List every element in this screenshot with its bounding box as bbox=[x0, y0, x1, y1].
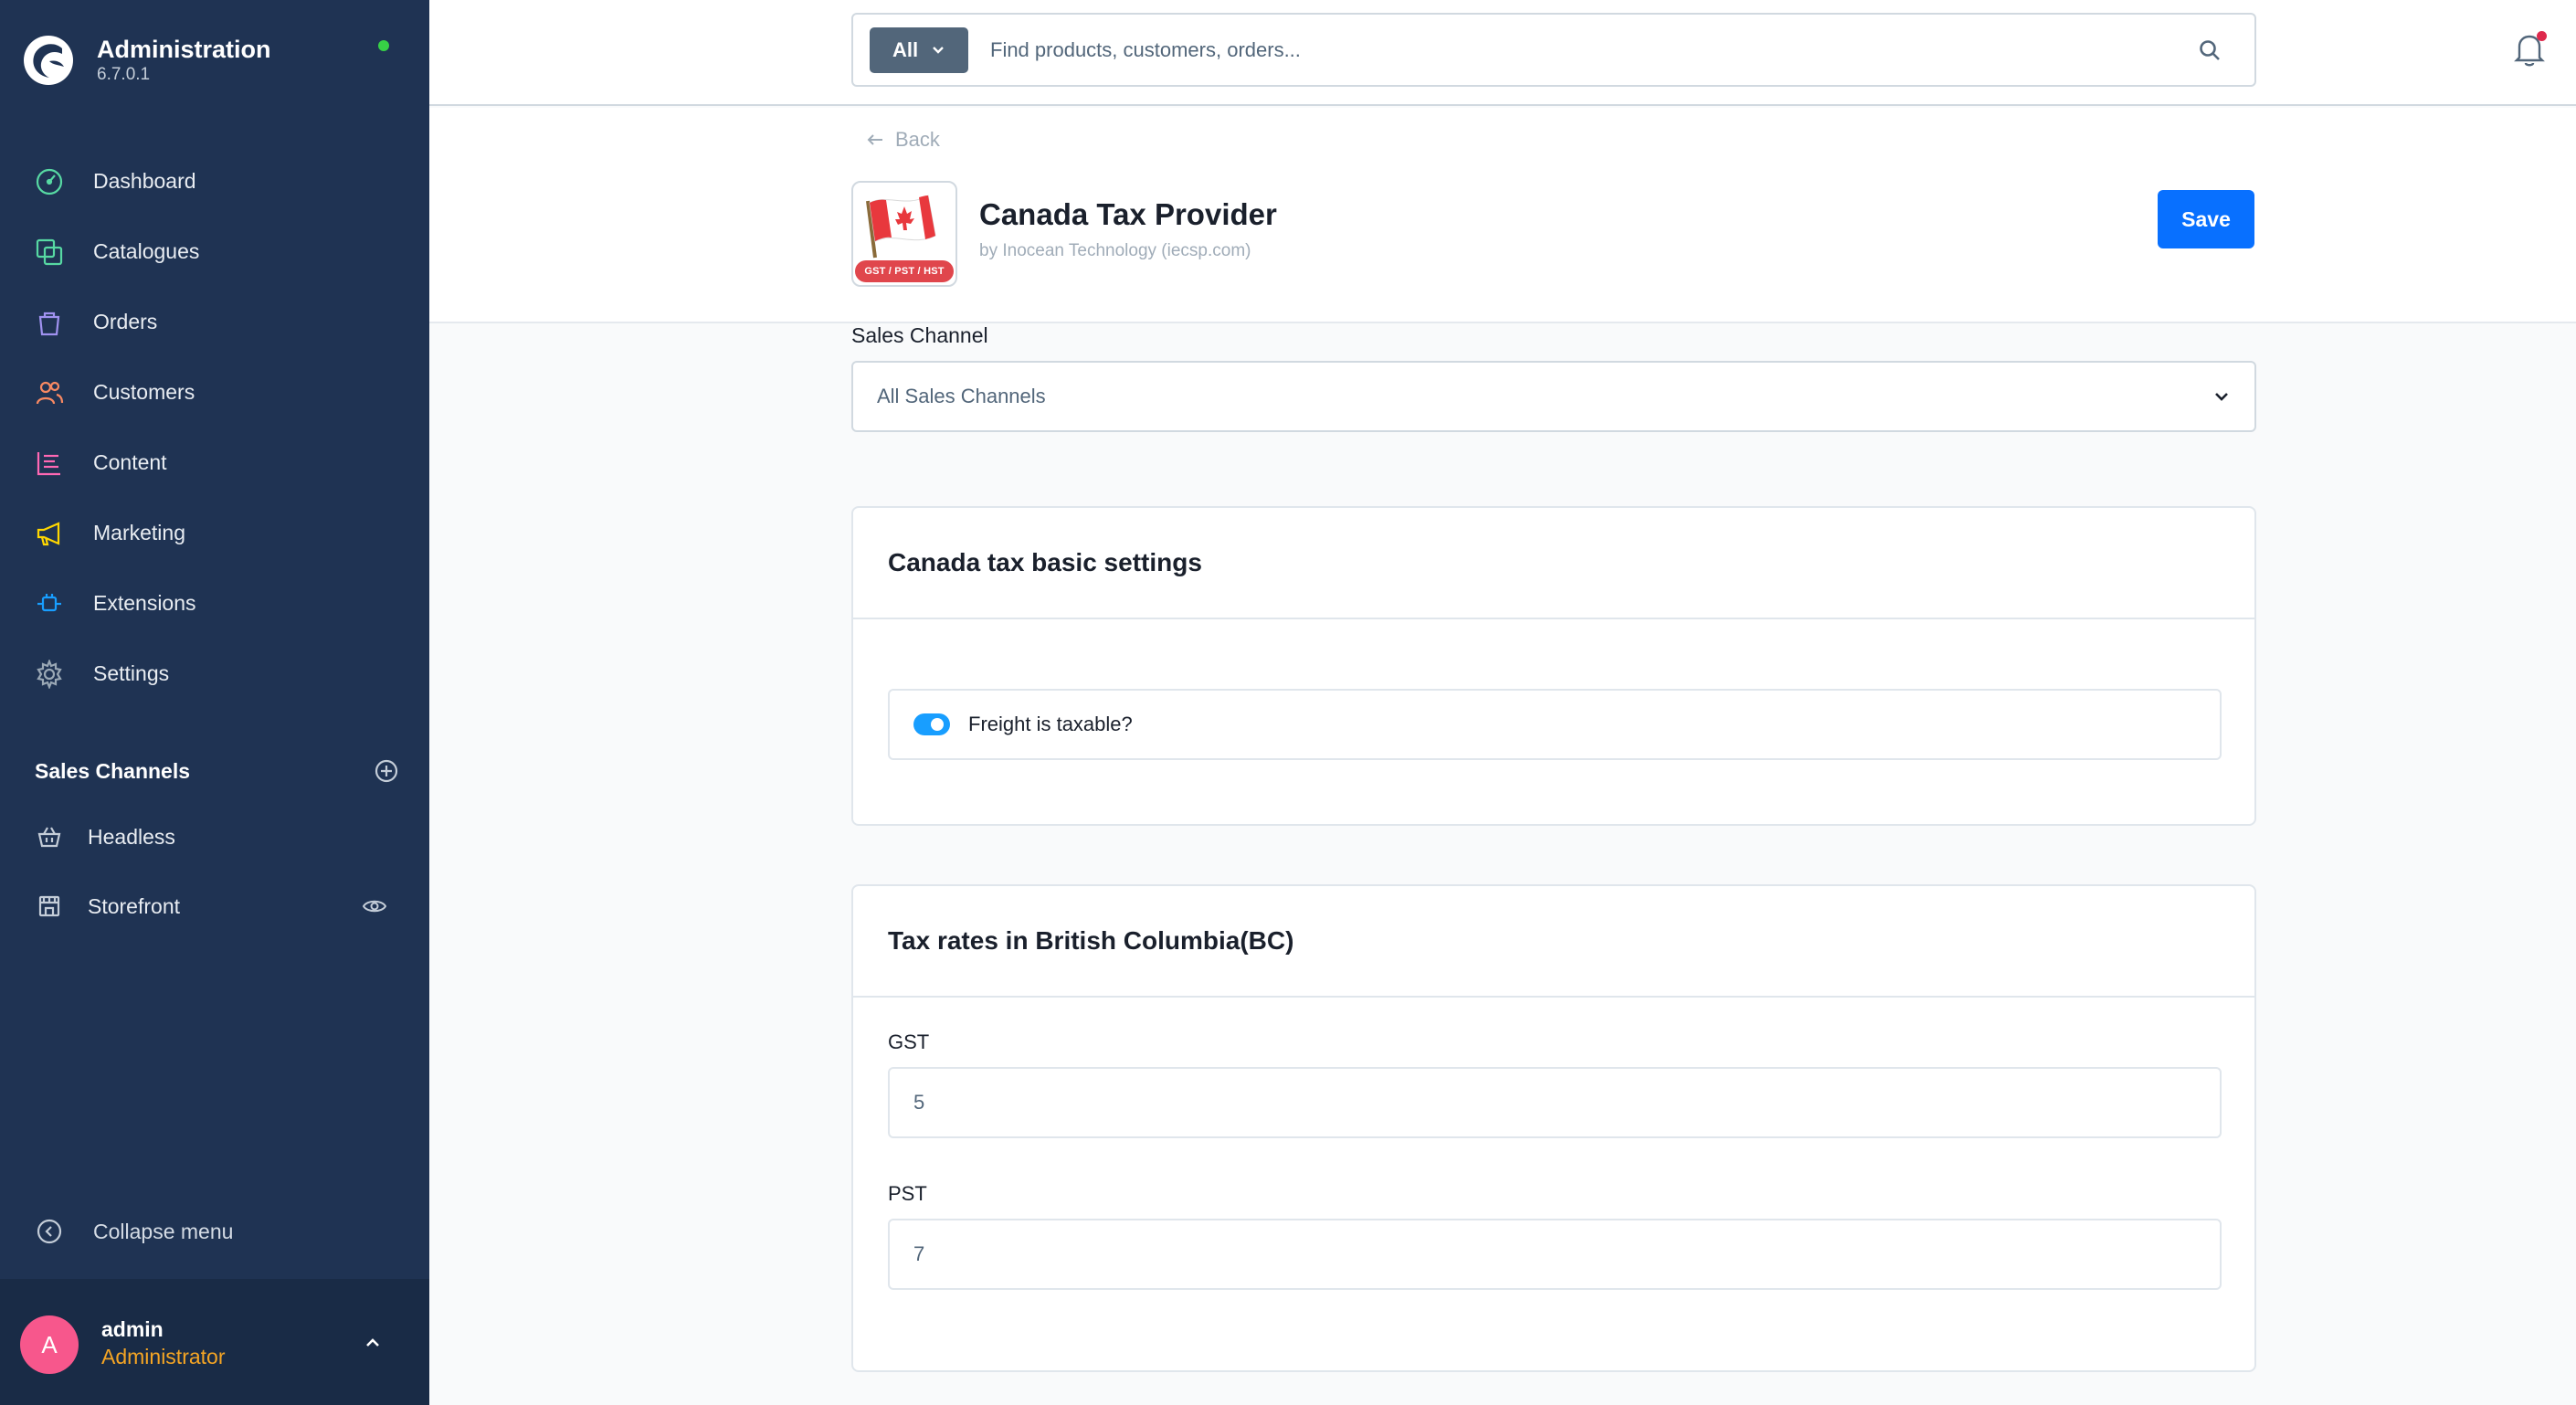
sales-channel-label: Sales Channel bbox=[851, 323, 988, 347]
chevron-down-icon bbox=[933, 46, 944, 54]
dashboard-icon bbox=[33, 165, 66, 198]
save-button[interactable]: Save bbox=[2158, 190, 2254, 248]
nav-label: Settings bbox=[93, 661, 170, 685]
marketing-icon bbox=[33, 517, 66, 550]
collapse-menu-button[interactable]: Collapse menu bbox=[33, 1213, 233, 1250]
nav-item-settings[interactable]: Settings bbox=[0, 639, 429, 709]
page-title: Canada Tax Provider bbox=[979, 197, 1277, 231]
search-input[interactable] bbox=[990, 37, 2196, 62]
freight-taxable-label: Freight is taxable? bbox=[968, 713, 1133, 735]
sales-channels-title: Sales Channels bbox=[35, 758, 191, 783]
brand[interactable]: Administration 6.7.0.1 bbox=[22, 31, 271, 90]
page-header: Back GST / PST / HST Canada Tax Provider… bbox=[429, 108, 2576, 323]
card-header: Canada tax basic settings bbox=[853, 508, 2254, 619]
nav-item-catalogues[interactable]: Catalogues bbox=[0, 217, 429, 287]
orders-icon bbox=[33, 306, 66, 339]
user-role: Administrator bbox=[101, 1345, 226, 1368]
pst-label: PST bbox=[888, 1182, 927, 1205]
nav-label: Catalogues bbox=[93, 239, 200, 263]
freight-taxable-field: Freight is taxable? bbox=[888, 689, 2222, 760]
nav-item-customers[interactable]: Customers bbox=[0, 357, 429, 428]
sales-channel-item-storefront[interactable]: Storefront bbox=[0, 872, 429, 941]
app-badge: GST / PST / HST bbox=[855, 260, 954, 282]
notification-badge bbox=[2537, 31, 2547, 41]
gst-input[interactable] bbox=[888, 1067, 2222, 1138]
nav-item-dashboard[interactable]: Dashboard bbox=[0, 146, 429, 217]
app-author: by Inocean Technology (iecsp.com) bbox=[979, 241, 1251, 260]
nav-label: Customers bbox=[93, 380, 195, 404]
search-type-label: All bbox=[892, 37, 919, 61]
content-icon bbox=[33, 447, 66, 480]
brand-version: 6.7.0.1 bbox=[97, 65, 151, 84]
nav-label: Extensions bbox=[93, 591, 196, 615]
notifications-button[interactable] bbox=[2512, 31, 2549, 69]
nav-item-marketing[interactable]: Marketing bbox=[0, 498, 429, 568]
card-title: Tax rates in British Columbia(BC) bbox=[888, 926, 1294, 955]
user-bar[interactable]: A admin Administrator bbox=[0, 1279, 429, 1405]
arrow-left-icon bbox=[867, 134, 882, 145]
customers-icon bbox=[33, 376, 66, 409]
plus-circle-icon bbox=[375, 759, 398, 783]
sales-channel-value: All Sales Channels bbox=[877, 385, 1046, 407]
settings-icon bbox=[33, 658, 66, 691]
sales-channel-item-headless[interactable]: Headless bbox=[0, 802, 429, 872]
collapse-menu-label: Collapse menu bbox=[93, 1219, 234, 1243]
storefront-icon bbox=[33, 890, 66, 923]
bc-tax-rates-card: Tax rates in British Columbia(BC) GST PS… bbox=[851, 884, 2256, 1372]
card-title: Canada tax basic settings bbox=[888, 548, 1202, 576]
sales-channel-select[interactable]: All Sales Channels bbox=[851, 361, 2256, 432]
extensions-icon bbox=[33, 587, 66, 620]
nav-label: Dashboard bbox=[93, 169, 196, 193]
search-bar: All bbox=[851, 13, 2256, 87]
user-name: admin bbox=[101, 1317, 164, 1341]
basic-settings-card: Canada tax basic settings Freight is tax… bbox=[851, 506, 2256, 826]
nav-item-orders[interactable]: Orders bbox=[0, 287, 429, 357]
avatar: A bbox=[20, 1315, 79, 1374]
nav-label: Marketing bbox=[93, 521, 185, 544]
card-header: Tax rates in British Columbia(BC) bbox=[853, 886, 2254, 998]
nav-label: Orders bbox=[93, 310, 158, 333]
app-icon: GST / PST / HST bbox=[851, 181, 957, 287]
search-icon[interactable] bbox=[2196, 37, 2223, 64]
chevron-down-icon bbox=[2215, 393, 2228, 401]
main-nav: Dashboard Catalogues Orders Customers Co… bbox=[0, 146, 429, 709]
chevron-left-circle-icon bbox=[33, 1215, 66, 1248]
back-label: Back bbox=[895, 128, 940, 151]
pst-input[interactable] bbox=[888, 1219, 2222, 1290]
search-type-select[interactable]: All bbox=[870, 26, 968, 73]
sales-channel-label: Storefront bbox=[88, 893, 180, 918]
gst-label: GST bbox=[888, 1030, 930, 1053]
nav-label: Content bbox=[93, 450, 167, 474]
top-bar: All bbox=[429, 0, 2576, 106]
back-link[interactable]: Back bbox=[866, 128, 940, 152]
shopware-logo-icon bbox=[24, 36, 73, 85]
eye-icon[interactable] bbox=[362, 895, 387, 917]
sales-channel-field: Sales Channel All Sales Channels bbox=[851, 323, 2258, 432]
catalogues-icon bbox=[33, 236, 66, 269]
chevron-up-icon[interactable] bbox=[362, 1332, 384, 1354]
nav-item-content[interactable]: Content bbox=[0, 428, 429, 498]
sales-channels-header: Sales Channels bbox=[35, 755, 400, 787]
status-indicator bbox=[378, 40, 389, 51]
sales-channel-list: Headless Storefront bbox=[0, 802, 429, 941]
canada-flag-icon bbox=[866, 195, 936, 259]
basket-icon bbox=[33, 820, 66, 853]
add-sales-channel-button[interactable] bbox=[373, 757, 400, 785]
sales-channel-label: Headless bbox=[88, 824, 175, 849]
sidebar: Administration 6.7.0.1 Dashboard Catalog… bbox=[0, 0, 429, 1405]
freight-taxable-toggle[interactable] bbox=[913, 713, 950, 735]
brand-title: Administration bbox=[97, 36, 271, 63]
nav-item-extensions[interactable]: Extensions bbox=[0, 568, 429, 639]
